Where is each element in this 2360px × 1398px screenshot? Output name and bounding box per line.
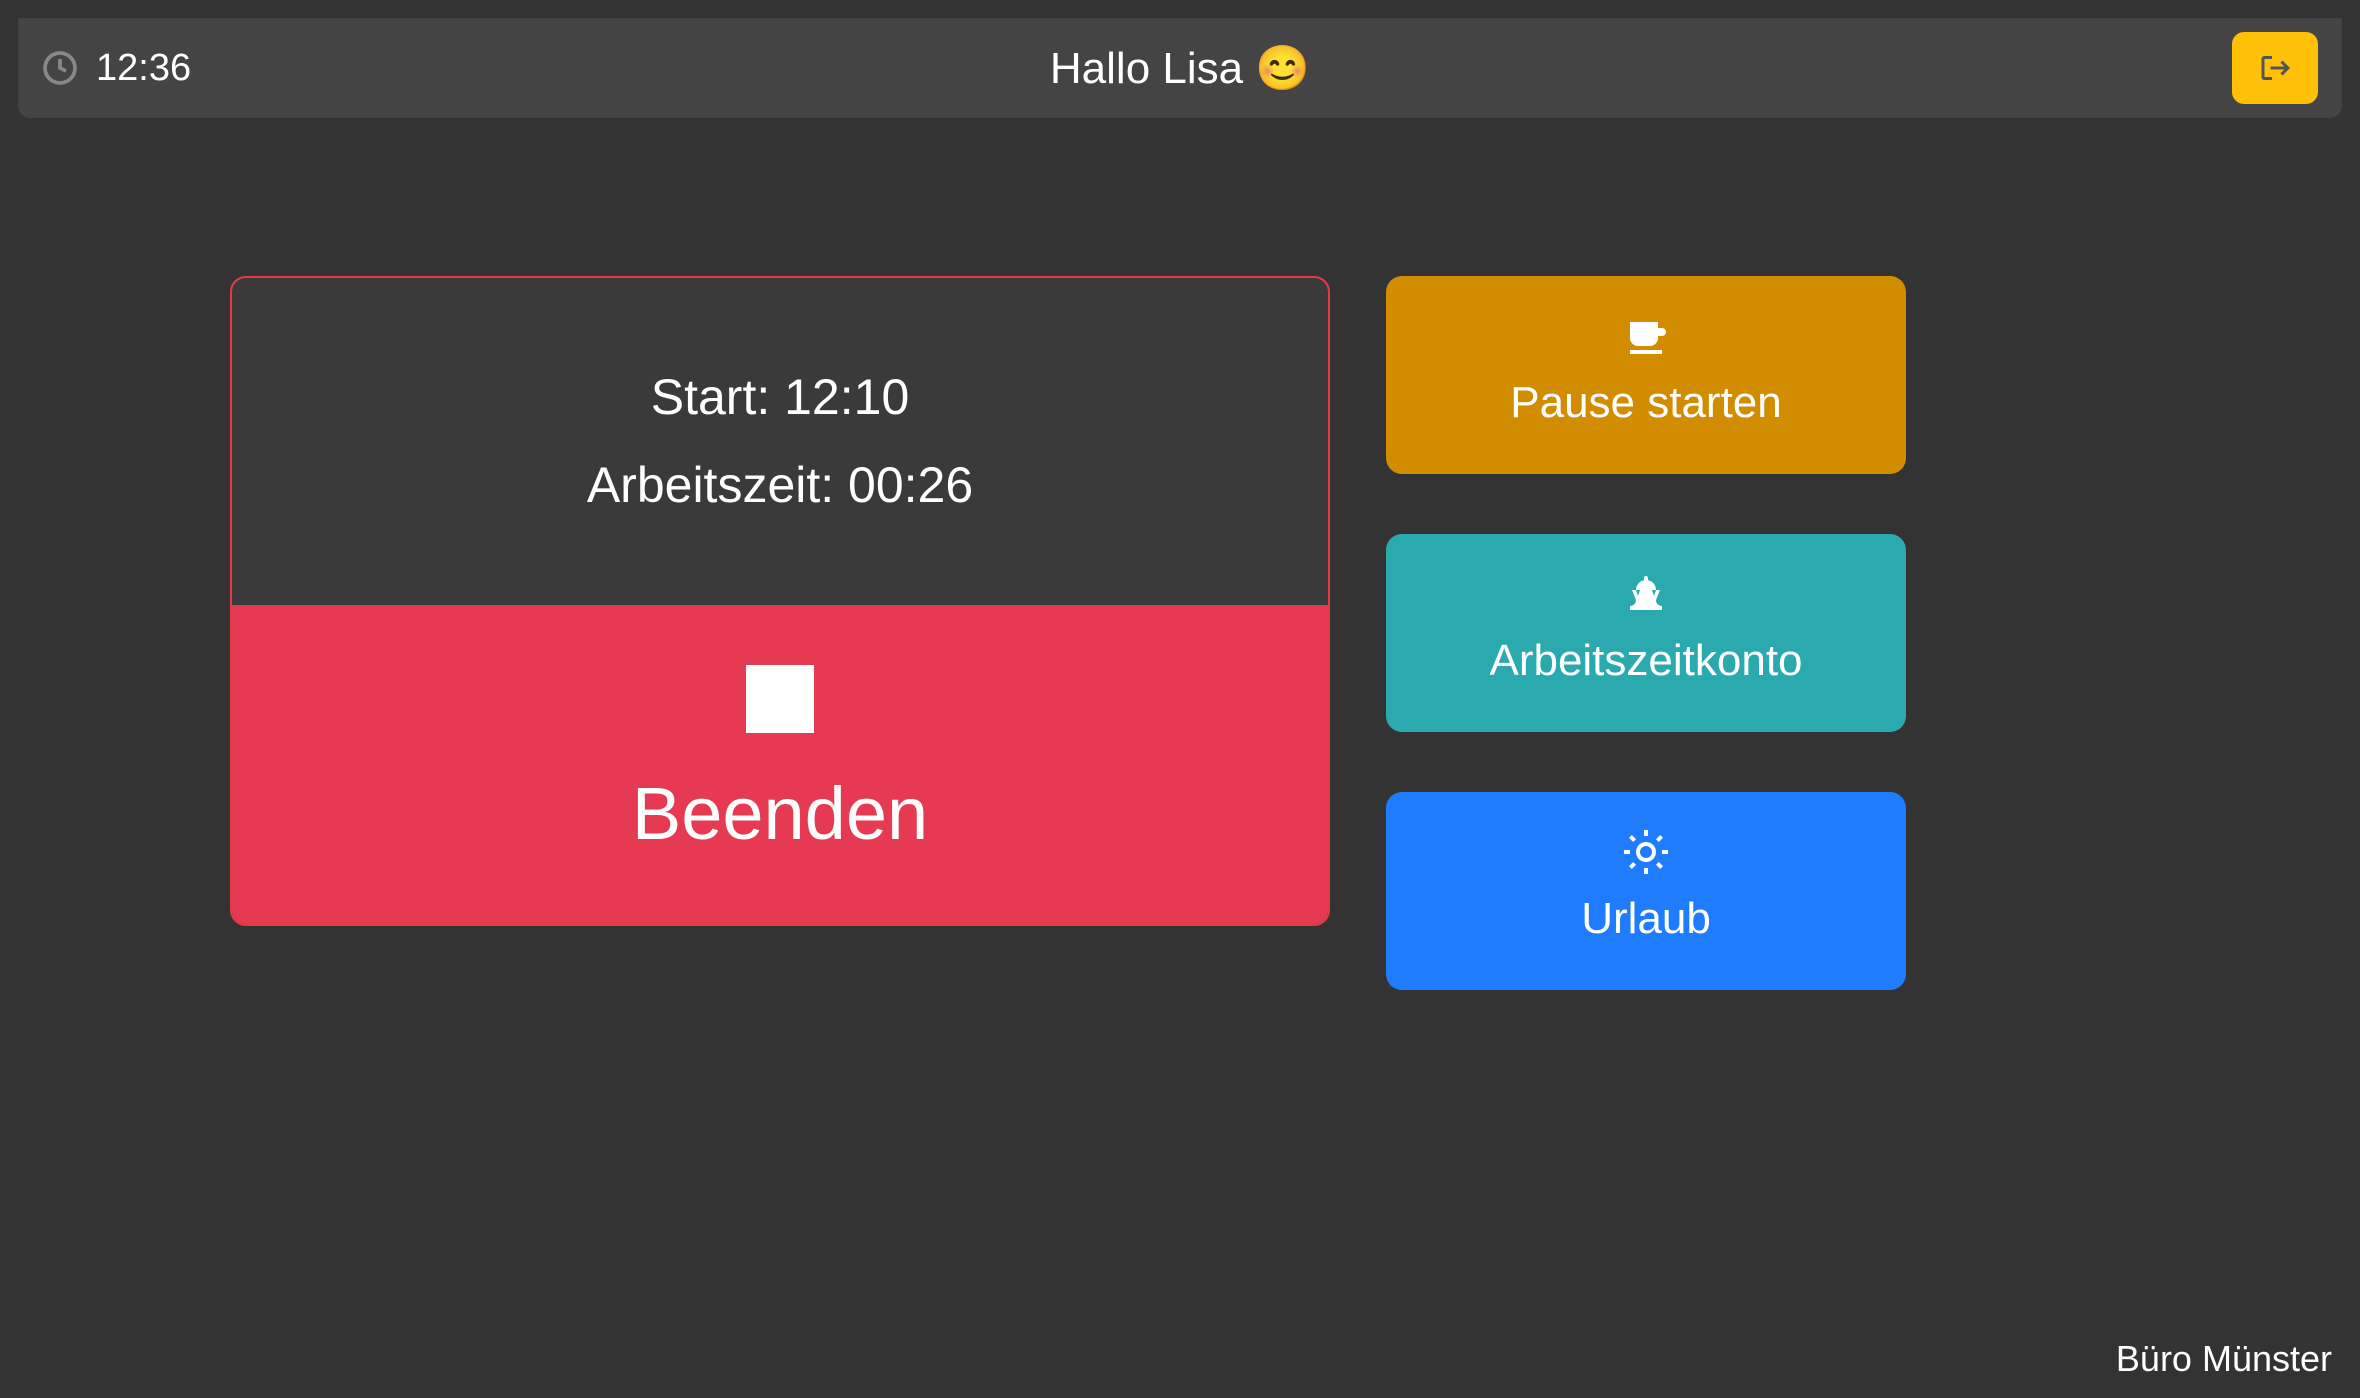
pause-button[interactable]: Pause starten (1386, 276, 1906, 474)
current-time: 12:36 (96, 47, 191, 90)
time-account-button[interactable]: Arbeitszeitkonto (1386, 534, 1906, 732)
pause-button-label: Pause starten (1510, 378, 1782, 428)
balance-scale-icon (1622, 570, 1670, 618)
session-card: Start: 12:10 Arbeitszeit: 00:26 Beenden (230, 276, 1330, 926)
vacation-button-label: Urlaub (1581, 894, 1711, 944)
main-content: Start: 12:10 Arbeitszeit: 00:26 Beenden … (0, 136, 2360, 990)
logout-icon (2257, 50, 2293, 86)
sun-icon (1622, 828, 1670, 876)
session-info: Start: 12:10 Arbeitszeit: 00:26 (232, 278, 1328, 605)
vacation-button[interactable]: Urlaub (1386, 792, 1906, 990)
greeting-text: Hallo Lisa 😊 (1050, 42, 1310, 94)
logout-button[interactable] (2232, 32, 2318, 104)
header-bar: 12:36 Hallo Lisa 😊 (18, 18, 2342, 118)
end-button[interactable]: Beenden (232, 605, 1328, 924)
footer-location: Büro Münster (2116, 1338, 2332, 1380)
coffee-icon (1622, 312, 1670, 360)
work-time-label: Arbeitszeit: 00:26 (272, 442, 1288, 530)
header-left: 12:36 (42, 47, 191, 90)
start-time-label: Start: 12:10 (272, 354, 1288, 442)
side-actions: Pause starten Arbeitszeitkonto Urlaub (1386, 276, 1906, 990)
stop-icon (746, 665, 814, 733)
time-account-button-label: Arbeitszeitkonto (1489, 636, 1802, 686)
end-button-label: Beenden (632, 771, 928, 856)
clock-icon (42, 50, 78, 86)
